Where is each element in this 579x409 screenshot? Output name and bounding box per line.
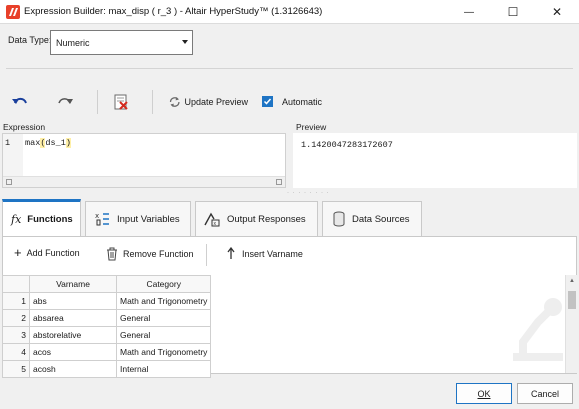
scrollbar-thumb[interactable]: [568, 291, 576, 309]
data-type-value: Numeric: [56, 38, 90, 48]
horizontal-scrollbar[interactable]: [3, 176, 285, 187]
table-row[interactable]: 1 abs Math and Trigonometry: [2, 292, 212, 310]
cancel-button[interactable]: Cancel: [517, 383, 573, 404]
scroll-left-icon: [6, 179, 12, 185]
insert-varname-label: Insert Varname: [242, 248, 303, 259]
add-function-label: Add Function: [26, 248, 80, 258]
splitter-handle[interactable]: · · · · · · · ·: [287, 190, 330, 196]
table-row[interactable]: 3 abstorelative General: [2, 326, 212, 344]
close-icon: ✕: [551, 5, 563, 19]
maximize-button[interactable]: ☐: [491, 0, 535, 24]
arrow-up-icon: [227, 247, 235, 259]
clear-expression-button[interactable]: [111, 92, 131, 112]
output-responses-icon: x: [204, 212, 220, 227]
expression-label: Expression: [3, 122, 46, 132]
toolbar-separator: [206, 244, 207, 266]
redo-button[interactable]: [55, 93, 75, 111]
category-cell[interactable]: Internal: [115, 360, 212, 378]
close-button[interactable]: ✕: [535, 0, 579, 24]
row-number: 5: [2, 360, 30, 378]
update-preview-button[interactable]: Update Preview: [168, 94, 248, 110]
varname-cell[interactable]: abstorelative: [29, 326, 117, 344]
undo-icon: [12, 97, 27, 104]
update-preview-label: Update Preview: [184, 97, 248, 107]
table-row[interactable]: 4 acos Math and Trigonometry: [2, 343, 212, 361]
minimize-icon: —: [464, 6, 474, 18]
trash-icon: [107, 247, 117, 261]
title-bar: Expression Builder: max_disp ( r_3 ) - A…: [0, 0, 579, 24]
row-number-header: [2, 275, 30, 293]
plus-icon: +: [14, 245, 22, 260]
remove-function-label: Remove Function: [123, 249, 194, 259]
remove-function-button[interactable]: Remove Function: [106, 247, 194, 261]
ok-label: OK: [477, 388, 491, 399]
tab-input-variables[interactable]: x Input Variables: [85, 201, 191, 236]
category-cell[interactable]: General: [115, 309, 212, 327]
chevron-down-icon: [182, 40, 188, 44]
row-number: 4: [2, 343, 30, 361]
table-row[interactable]: 5 acosh Internal: [2, 360, 212, 378]
line-number: 1: [5, 138, 11, 148]
insert-varname-button[interactable]: Insert Varname: [227, 247, 303, 260]
svg-text:x: x: [95, 212, 99, 220]
varname-cell[interactable]: abs: [29, 292, 117, 310]
database-icon: [333, 211, 345, 227]
data-type-select[interactable]: Numeric: [50, 30, 193, 55]
add-function-button[interactable]: + Add Function: [14, 245, 80, 260]
expression-editor[interactable]: 1 max(ds_1): [2, 133, 286, 188]
fx-icon: fx: [11, 212, 22, 226]
column-header-varname[interactable]: Varname: [29, 275, 117, 293]
ok-button[interactable]: OK: [456, 383, 512, 404]
watermark-icon: [513, 298, 563, 361]
tab-functions-label: Functions: [27, 213, 73, 225]
redo-icon: [58, 98, 73, 104]
clear-document-icon: [114, 94, 128, 110]
vertical-scrollbar[interactable]: ▲: [565, 275, 577, 373]
input-variables-icon: x: [95, 212, 109, 226]
preview-label: Preview: [296, 122, 327, 132]
divider: [6, 68, 573, 69]
refresh-icon: [169, 96, 180, 108]
automatic-checkbox[interactable]: Automatic: [262, 96, 322, 107]
category-cell[interactable]: Math and Trigonometry: [115, 343, 212, 361]
expression-text[interactable]: max(ds_1): [25, 138, 71, 148]
functions-table: Varname Category 1 abs Math and Trigonom…: [2, 275, 212, 378]
minimize-button[interactable]: —: [447, 0, 491, 24]
row-number: 1: [2, 292, 30, 310]
table-header-row: Varname Category: [2, 275, 212, 293]
scroll-up-icon[interactable]: ▲: [569, 278, 575, 284]
varname-cell[interactable]: acos: [29, 343, 117, 361]
automatic-label: Automatic: [282, 96, 323, 107]
preview-value: 1.1420047283172607: [301, 140, 393, 150]
maximize-icon: ☐: [507, 5, 519, 19]
row-number: 3: [2, 326, 30, 344]
table-row[interactable]: 2 absarea General: [2, 309, 212, 327]
checkbox-checked-icon: [262, 96, 273, 107]
tab-output-responses-label: Output Responses: [227, 213, 306, 225]
tab-output-responses[interactable]: x Output Responses: [195, 201, 318, 236]
tab-data-sources-label: Data Sources: [352, 213, 410, 225]
line-number-gutter: 1: [3, 134, 23, 176]
toolbar-separator: [152, 90, 153, 114]
data-type-label: Data Type:: [8, 35, 52, 45]
undo-button[interactable]: [10, 93, 30, 111]
hyperstudy-app-icon: [6, 5, 20, 19]
cancel-label: Cancel: [530, 388, 559, 399]
tab-input-variables-label: Input Variables: [117, 213, 180, 225]
preview-panel: 1.1420047283172607: [293, 133, 577, 188]
tab-functions[interactable]: fx Functions: [2, 199, 81, 236]
column-header-category[interactable]: Category: [115, 275, 212, 293]
varname-cell[interactable]: absarea: [29, 309, 117, 327]
varname-cell[interactable]: acosh: [29, 360, 117, 378]
window-title: Expression Builder: max_disp ( r_3 ) - A…: [24, 6, 323, 17]
toolbar-separator: [97, 90, 98, 114]
tab-data-sources[interactable]: Data Sources: [322, 201, 422, 236]
scroll-right-icon: [276, 179, 282, 185]
category-cell[interactable]: General: [115, 326, 212, 344]
row-number: 2: [2, 309, 30, 327]
category-cell[interactable]: Math and Trigonometry: [115, 292, 212, 310]
